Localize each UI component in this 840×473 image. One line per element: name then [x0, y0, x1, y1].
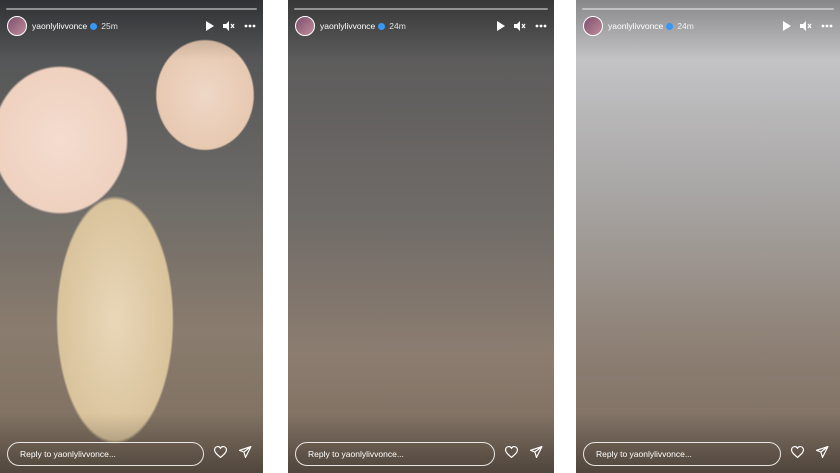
speaker-muted-icon[interactable] — [514, 21, 526, 31]
heart-icon[interactable] — [504, 445, 519, 463]
reply-bar — [7, 442, 256, 466]
username[interactable]: yaonlylivvonce — [32, 21, 87, 31]
reply-input[interactable] — [583, 442, 781, 466]
story-progress-bar — [294, 8, 548, 10]
heart-icon[interactable] — [213, 445, 228, 463]
story-panel-1[interactable]: yaonlylivvonce 25m — [0, 0, 263, 473]
story-photo — [288, 0, 554, 473]
more-dots-icon[interactable] — [244, 24, 256, 28]
play-icon[interactable] — [496, 21, 505, 31]
timestamp: 24m — [677, 21, 694, 31]
story-header: yaonlylivvonce 24m — [583, 15, 833, 37]
avatar[interactable] — [295, 16, 315, 36]
speaker-muted-icon[interactable] — [223, 21, 235, 31]
reply-input[interactable] — [7, 442, 204, 466]
more-dots-icon[interactable] — [821, 24, 833, 28]
story-progress-bar — [582, 8, 834, 10]
verified-badge-icon — [378, 22, 386, 30]
story-panel-2[interactable]: yaonlylivvonce 24m — [288, 0, 554, 473]
reply-input[interactable] — [295, 442, 495, 466]
timestamp: 24m — [389, 21, 406, 31]
story-header: yaonlylivvonce 25m — [7, 15, 256, 37]
reply-bar — [583, 442, 833, 466]
username[interactable]: yaonlylivvonce — [320, 21, 375, 31]
avatar[interactable] — [7, 16, 27, 36]
heart-icon[interactable] — [790, 445, 805, 463]
speaker-muted-icon[interactable] — [800, 21, 812, 31]
story-header: yaonlylivvonce 24m — [295, 15, 547, 37]
paper-plane-icon[interactable] — [815, 445, 829, 463]
timestamp: 25m — [101, 21, 118, 31]
story-photo — [576, 0, 840, 473]
username[interactable]: yaonlylivvonce — [608, 21, 663, 31]
avatar[interactable] — [583, 16, 603, 36]
reply-bar — [295, 442, 547, 466]
story-photo — [0, 0, 263, 473]
play-icon[interactable] — [782, 21, 791, 31]
paper-plane-icon[interactable] — [529, 445, 543, 463]
more-dots-icon[interactable] — [535, 24, 547, 28]
story-progress-bar — [6, 8, 257, 10]
verified-badge-icon — [666, 22, 674, 30]
play-icon[interactable] — [205, 21, 214, 31]
paper-plane-icon[interactable] — [238, 445, 252, 463]
verified-badge-icon — [90, 22, 98, 30]
story-panel-3[interactable]: yaonlylivvonce 24m — [576, 0, 840, 473]
